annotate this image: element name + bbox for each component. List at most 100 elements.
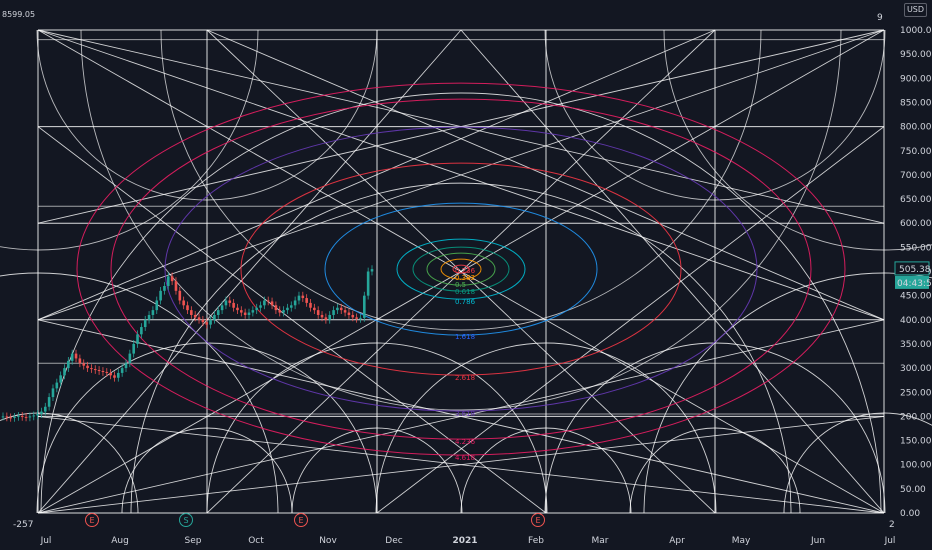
candle-body [143, 319, 147, 328]
candle-body [228, 300, 232, 303]
candle-body [278, 310, 282, 313]
candle-body [113, 375, 116, 378]
candle-body [347, 312, 351, 315]
price-tags: 505.38 04:43:56 [894, 261, 932, 289]
candle-body [155, 300, 159, 311]
currency-button[interactable]: USD [904, 3, 927, 17]
event-marker-label: S [183, 516, 188, 525]
candle-body [370, 269, 374, 272]
y-tick-label: 350.00 [900, 340, 932, 350]
candle-body [339, 307, 343, 311]
y-tick-label: 700.00 [900, 171, 932, 181]
y-tick-label: 600.00 [900, 219, 932, 229]
candle-body [209, 319, 212, 325]
candle-body [101, 370, 105, 372]
candle-body [359, 317, 362, 319]
fib-level-label: 0.786 [455, 298, 476, 306]
candle-body [109, 372, 112, 376]
candle-body [178, 290, 182, 301]
candle-body [140, 327, 143, 335]
candle-body [120, 368, 124, 373]
candle-body [24, 416, 28, 418]
y-tick-label: 0.00 [900, 509, 920, 519]
candle-body [51, 388, 55, 398]
grid-arc [643, 272, 932, 514]
candle-body [243, 312, 247, 315]
candle-body [32, 415, 36, 417]
y-tick-label: 400.00 [900, 316, 932, 326]
candle-body [43, 406, 47, 412]
candle-body [213, 314, 216, 320]
event-marker-label: E [298, 516, 303, 525]
candle-body [293, 300, 297, 306]
candle-body [13, 416, 16, 418]
candle-body [67, 360, 70, 369]
x-tick-label: Sep [185, 536, 202, 546]
top-right-value: 9 [877, 13, 883, 23]
candle-body [1, 416, 5, 418]
x-tick-label: 2021 [452, 536, 477, 546]
fib-level-label: 0.618 [455, 288, 475, 296]
candle-body [363, 295, 366, 318]
candle-body [324, 317, 328, 320]
candle-body [201, 319, 205, 323]
x-tick-label: Jul [884, 536, 896, 546]
y-tick-label: 150.00 [900, 437, 932, 447]
candle-body [86, 365, 89, 369]
candle-body [28, 416, 32, 418]
candle-body [320, 314, 324, 318]
candle-body [205, 322, 209, 325]
x-axis[interactable]: Jul Aug Sep Oct Nov Dec 2021 Feb Mar Apr May Jun Jul [40, 536, 896, 546]
y-tick-label: 100.00 [900, 461, 932, 471]
candle-body [17, 415, 20, 417]
candle-body [313, 307, 316, 311]
x-tick-label: Nov [319, 536, 337, 546]
candle-body [255, 307, 258, 311]
candle-body [105, 371, 109, 373]
x-tick-label: Jun [810, 536, 825, 546]
candle-body [193, 314, 197, 318]
candle-body [132, 343, 135, 354]
y-tick-label: 200.00 [900, 412, 932, 422]
candle-body [232, 302, 235, 308]
grid-arc [0, 29, 259, 251]
y-tick-label: 750.00 [900, 147, 932, 157]
y-tick-label: 850.00 [900, 98, 932, 108]
candle-body [5, 416, 9, 418]
grid-arc [0, 412, 139, 514]
candle-body [236, 307, 239, 311]
x-tick-label: Feb [528, 536, 544, 546]
candle-body [124, 363, 128, 369]
candle-body [159, 290, 162, 301]
candle-body [186, 305, 189, 311]
candle-body [20, 415, 24, 417]
candle-body [224, 300, 228, 306]
candle-body [355, 317, 358, 319]
candle-body [286, 307, 289, 311]
candle-body [343, 310, 347, 313]
candle-body [263, 300, 266, 306]
candle-body [240, 310, 243, 313]
event-marker-label: E [535, 516, 540, 525]
candle-body [59, 375, 62, 383]
grid-arc [80, 29, 842, 411]
fib-level-label: 4.618 [455, 454, 475, 462]
candle-body [305, 298, 308, 303]
bottom-left-value: -257 [13, 520, 34, 530]
x-tick-label: Jul [40, 536, 52, 546]
x-tick-label: Dec [385, 536, 402, 546]
candle-body [366, 271, 370, 296]
candle-body [301, 295, 305, 299]
candle-body [259, 305, 262, 308]
candle-body [9, 417, 12, 419]
top-left-value: 8599.05 [2, 10, 36, 19]
chart-canvas[interactable]: 0.2360.3820.50.6180.7861.6182.6183.6184.… [0, 0, 932, 550]
candle-body [332, 310, 335, 315]
y-tick-label: 450.00 [900, 292, 932, 302]
candle-body [216, 310, 220, 315]
y-tick-label: 650.00 [900, 195, 932, 205]
candle-body [128, 353, 132, 364]
last-price-label: 505.38 [899, 265, 931, 275]
candle-body [36, 413, 39, 416]
candle-body [174, 281, 178, 291]
